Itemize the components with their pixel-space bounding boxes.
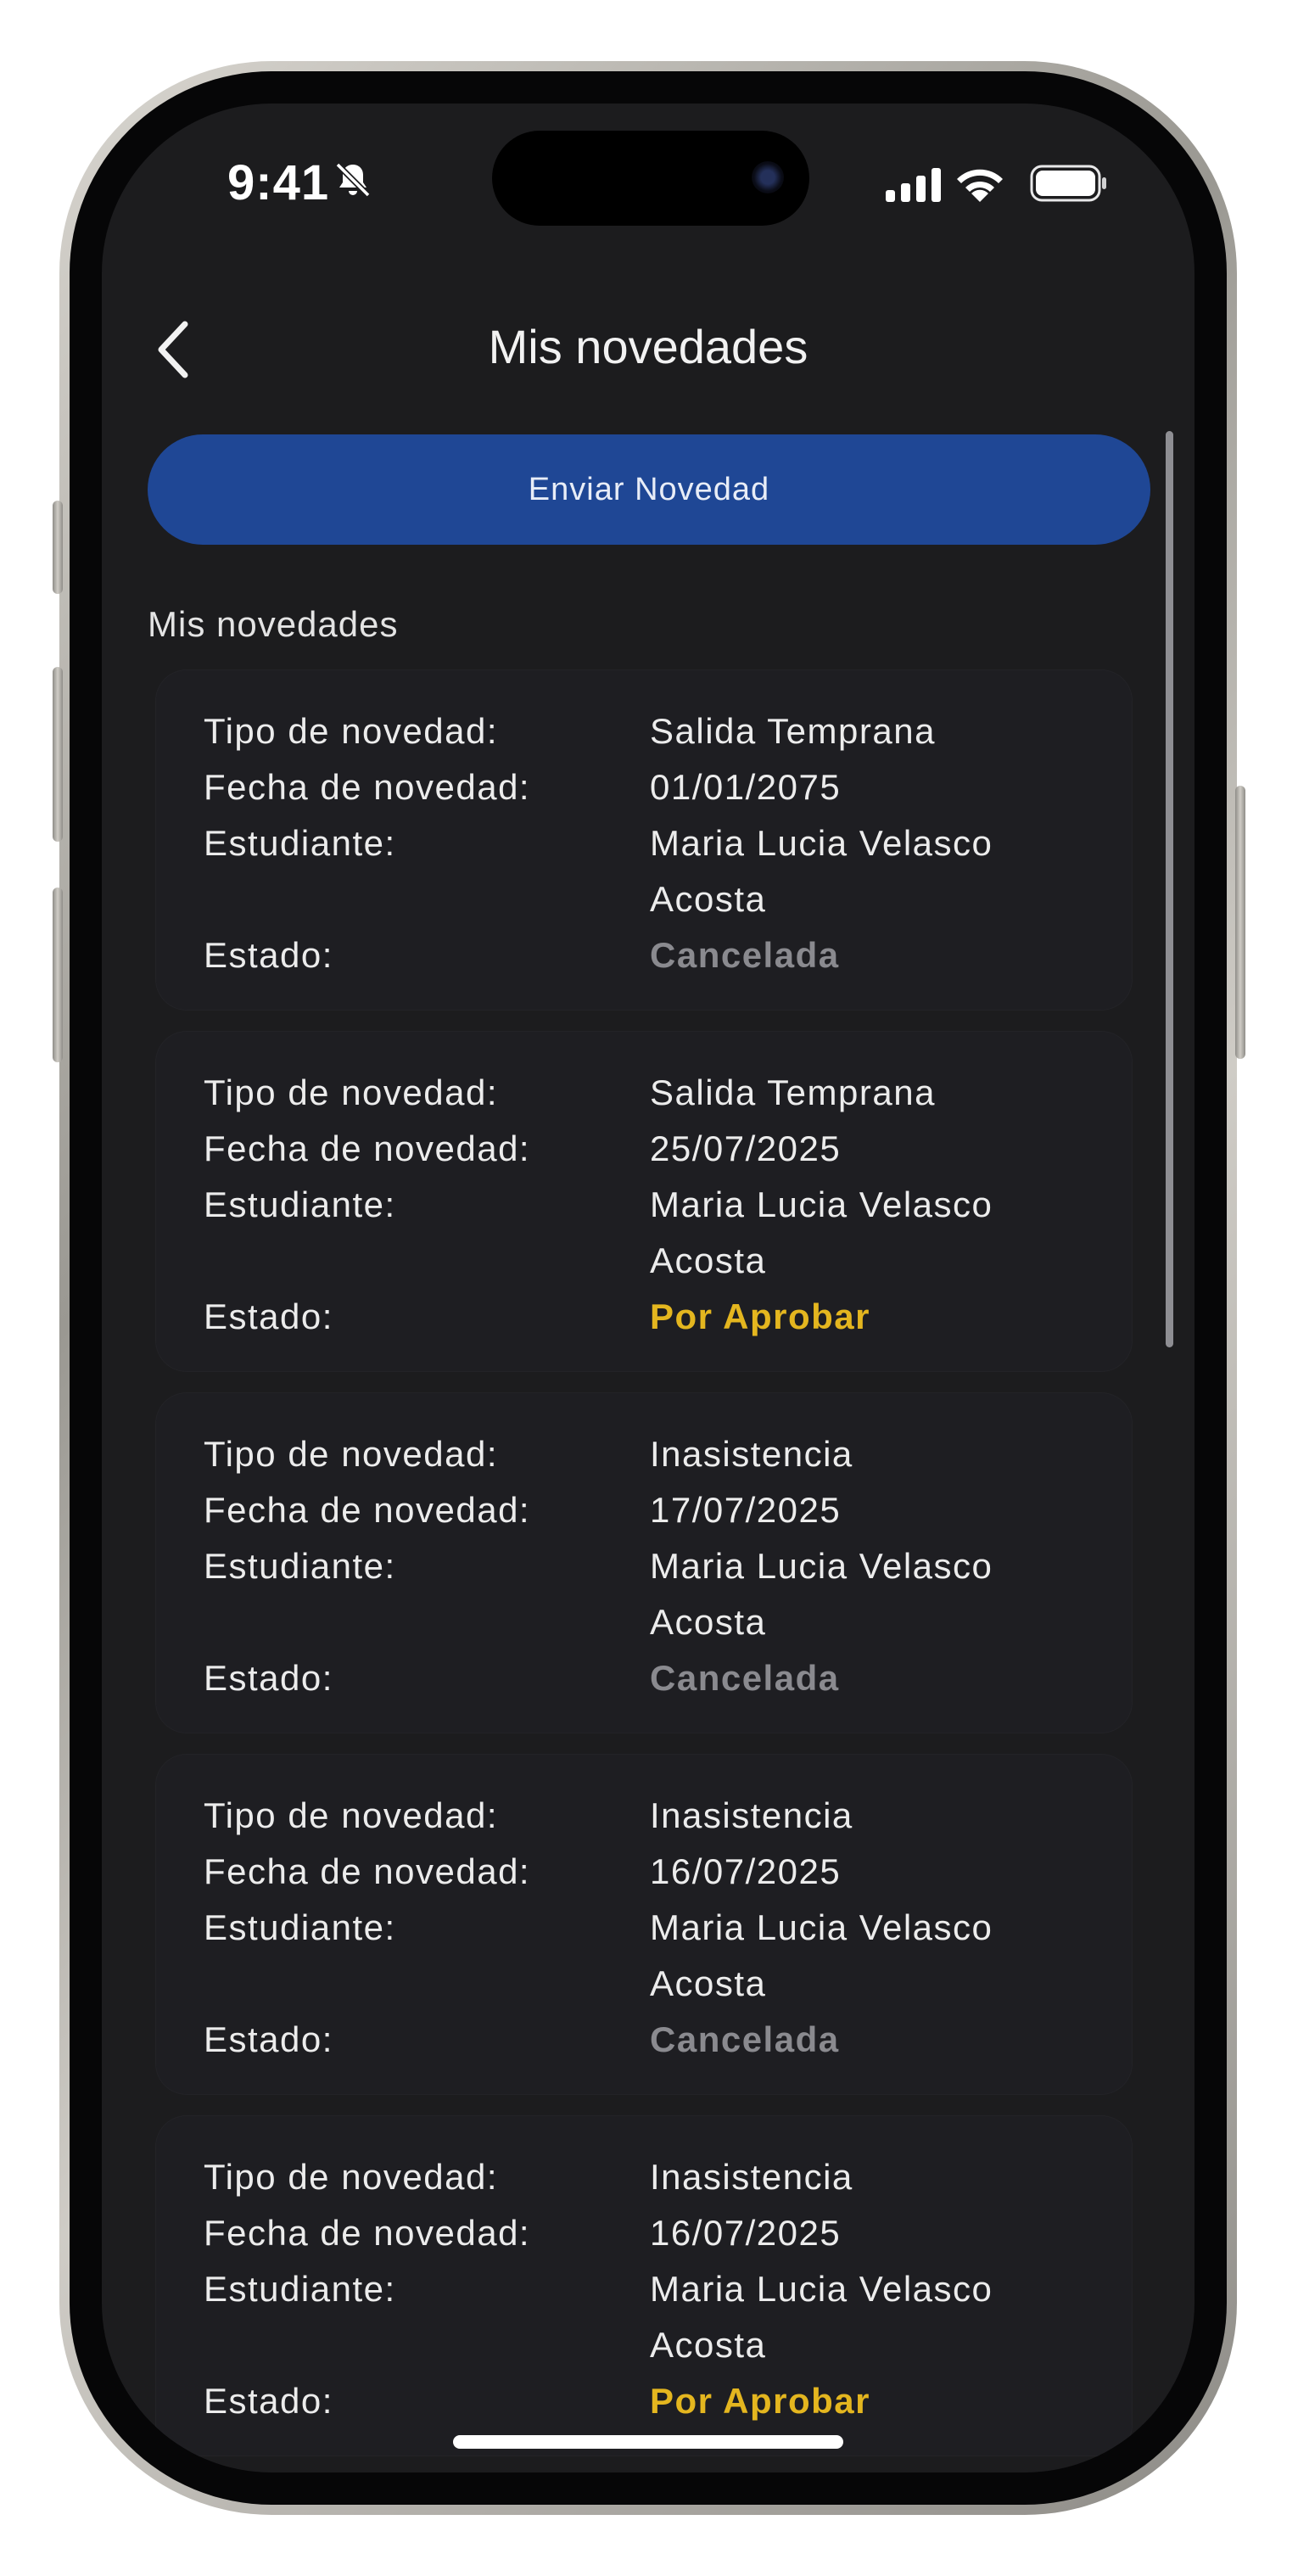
send-novedad-button[interactable]: Enviar Novedad: [148, 434, 1150, 545]
type-label: Tipo de novedad:: [204, 1434, 499, 1474]
scrollbar[interactable]: [1166, 431, 1173, 1347]
date-value: 01/01/2075: [650, 767, 842, 807]
page-title: Mis novedades: [488, 320, 808, 373]
cellular-signal-icon: [886, 168, 941, 202]
student-value: Maria Lucia Velasco: [650, 1184, 993, 1224]
date-label: Fecha de novedad:: [204, 767, 531, 807]
student-value: Maria Lucia Velasco: [650, 823, 993, 863]
date-label: Fecha de novedad:: [204, 1128, 531, 1168]
status-label: Estado:: [204, 935, 333, 975]
status-badge: Cancelada: [650, 1658, 840, 1698]
section-title: Mis novedades: [148, 604, 399, 644]
action-button: [53, 501, 63, 594]
status-badge: Cancelada: [650, 2019, 840, 2059]
novedad-card[interactable]: Tipo de novedad: Salida Temprana Fecha d…: [156, 1032, 1132, 1371]
student-value: Maria Lucia Velasco: [650, 1907, 993, 1947]
student-value-cont: Acosta: [650, 1602, 767, 1642]
date-label: Fecha de novedad:: [204, 1851, 531, 1891]
student-label: Estudiante:: [204, 823, 396, 863]
wifi-icon: [957, 169, 1003, 202]
status-label: Estado:: [204, 2381, 333, 2421]
student-label: Estudiante:: [204, 1184, 396, 1224]
status-label: Estado:: [204, 1296, 333, 1336]
side-button: [1235, 786, 1245, 1059]
status-label: Estado:: [204, 2019, 333, 2059]
novedad-card[interactable]: Tipo de novedad: Inasistencia Fecha de n…: [156, 1393, 1132, 1733]
battery-icon: [1030, 165, 1106, 202]
status-badge: Por Aprobar: [650, 1296, 870, 1336]
novedad-card[interactable]: Tipo de novedad: Salida Temprana Fecha d…: [156, 670, 1132, 1010]
volume-up-button: [53, 667, 63, 842]
camera-icon: [752, 161, 784, 193]
type-label: Tipo de novedad:: [204, 711, 499, 751]
student-label: Estudiante:: [204, 2269, 396, 2309]
student-label: Estudiante:: [204, 1907, 396, 1947]
date-value: 16/07/2025: [650, 1851, 842, 1891]
date-label: Fecha de novedad:: [204, 2213, 531, 2253]
student-value-cont: Acosta: [650, 1240, 767, 1280]
date-value: 16/07/2025: [650, 2213, 842, 2253]
status-badge: Por Aprobar: [650, 2381, 870, 2421]
volume-down-button: [53, 888, 63, 1062]
app-screen: 9:41 Mis novedades Enviar Novedad Mis no…: [102, 104, 1194, 2472]
dynamic-island: [492, 131, 809, 226]
bell-slash-icon: [335, 162, 371, 198]
date-label: Fecha de novedad:: [204, 1490, 531, 1530]
status-label: Estado:: [204, 1658, 333, 1698]
type-label: Tipo de novedad:: [204, 2157, 499, 2197]
date-value: 17/07/2025: [650, 1490, 842, 1530]
status-badge: Cancelada: [650, 935, 840, 975]
date-value: 25/07/2025: [650, 1128, 842, 1168]
type-value: Salida Temprana: [650, 1072, 936, 1112]
student-value: Maria Lucia Velasco: [650, 1546, 993, 1586]
status-time: 9:41: [227, 155, 330, 210]
type-value: Inasistencia: [650, 2157, 853, 2197]
type-label: Tipo de novedad:: [204, 1795, 499, 1835]
student-label: Estudiante:: [204, 1546, 396, 1586]
student-value: Maria Lucia Velasco: [650, 2269, 993, 2309]
type-value: Inasistencia: [650, 1795, 853, 1835]
student-value-cont: Acosta: [650, 1963, 767, 2003]
novedad-card[interactable]: Tipo de novedad: Inasistencia Fecha de n…: [156, 1755, 1132, 2094]
home-indicator[interactable]: [453, 2435, 843, 2449]
type-value: Inasistencia: [650, 1434, 853, 1474]
novedad-card[interactable]: Tipo de novedad: Inasistencia Fecha de n…: [156, 2116, 1132, 2456]
student-value-cont: Acosta: [650, 2325, 767, 2365]
type-value: Salida Temprana: [650, 711, 936, 751]
type-label: Tipo de novedad:: [204, 1072, 499, 1112]
student-value-cont: Acosta: [650, 879, 767, 919]
